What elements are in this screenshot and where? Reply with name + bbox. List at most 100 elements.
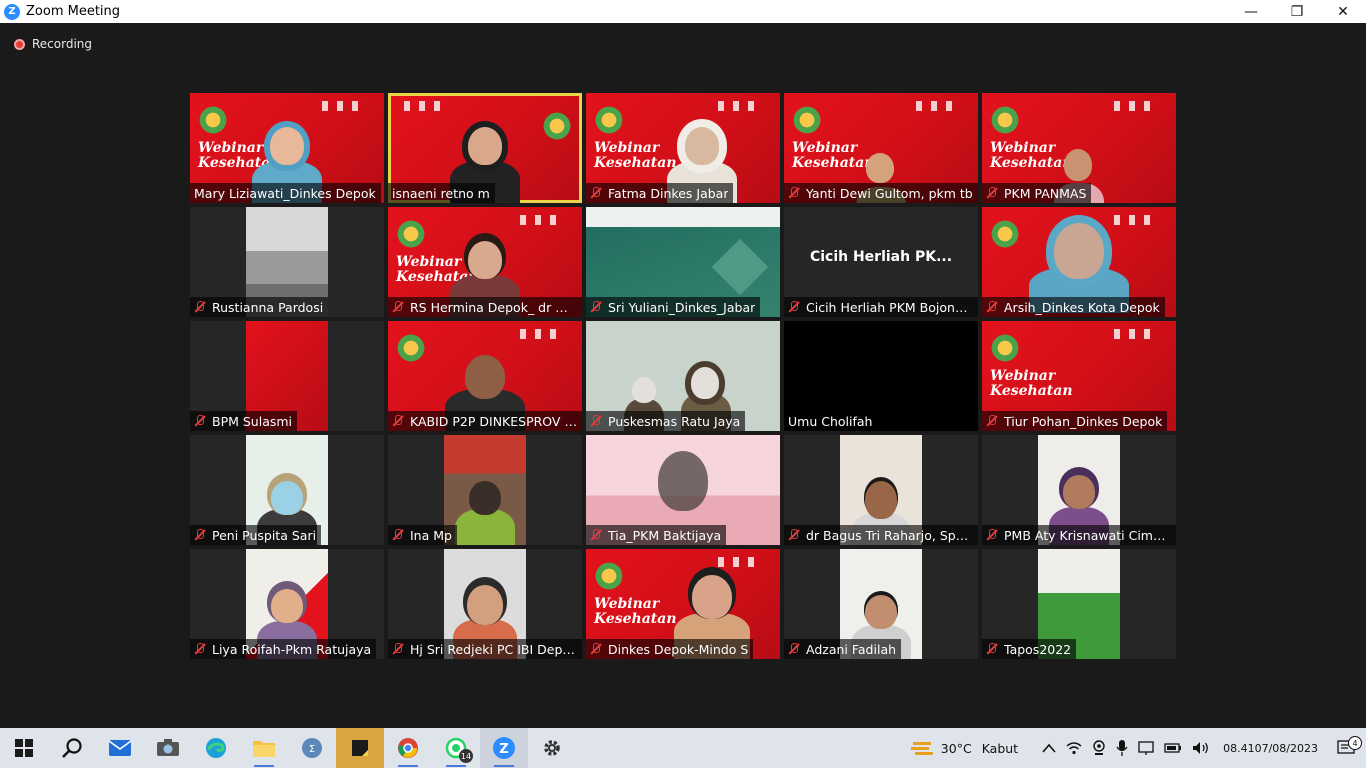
battery-icon[interactable] [1159, 742, 1187, 754]
mic-muted-icon [986, 187, 998, 199]
mic-muted-icon [788, 643, 800, 655]
participant-tile[interactable]: KABID P2P DINKESPROV JA... [388, 321, 582, 431]
participant-name: Rustianna Pardosi [212, 299, 324, 315]
participant-tile[interactable]: BPM Sulasmi [190, 321, 384, 431]
wifi-icon[interactable] [1061, 741, 1087, 755]
participant-name: Ina Mp [410, 527, 452, 543]
participant-tile[interactable]: PMB Aty Krisnawati Ciman... [982, 435, 1176, 545]
edge-browser-icon[interactable] [192, 728, 240, 768]
participant-namebar: RS Hermina Depok_ dr Her... [388, 297, 582, 317]
participant-tile[interactable]: Webinar Kesehatan RS Hermina Depok_ dr He… [388, 207, 582, 317]
participant-video [455, 475, 515, 545]
participant-tile[interactable]: Webinar Kesehatan Yanti Dewi Gultom, pkm … [784, 93, 978, 203]
participant-tile[interactable]: Cicih Herliah PK... Cicih Herliah PKM Bo… [784, 207, 978, 317]
mic-muted-icon [590, 301, 602, 313]
participant-tile[interactable]: Rustianna Pardosi [190, 207, 384, 317]
participant-tile[interactable]: Tapos2022 [982, 549, 1176, 659]
participant-tile[interactable]: Webinar Kesehatan Dinkes Depok-Mindo S [586, 549, 780, 659]
participant-namebar: Fatma Dinkes Jabar [586, 183, 734, 203]
network-icon[interactable] [1133, 741, 1159, 755]
settings-gear-icon[interactable] [528, 728, 576, 768]
sponsor-logos [398, 101, 458, 111]
sponsor-logos [910, 101, 970, 111]
participant-tile[interactable]: Liya Roifah-Pkm Ratujaya [190, 549, 384, 659]
participant-namebar: Puskesmas Ratu Jaya [586, 411, 746, 431]
mic-muted-icon [788, 529, 800, 541]
flower-logo-icon [592, 559, 626, 593]
participant-tile[interactable]: dr Bagus Tri Raharjo, SpO... [784, 435, 978, 545]
participant-tile[interactable]: Umu Cholifah [784, 321, 978, 431]
participant-tile[interactable]: Tia_PKM Baktijaya [586, 435, 780, 545]
mic-muted-icon [194, 529, 206, 541]
sticky-notes-icon[interactable] [336, 728, 384, 768]
window-title: Zoom Meeting [26, 4, 121, 19]
windows-start-icon[interactable] [0, 728, 48, 768]
sponsor-logos [712, 101, 772, 111]
participant-tile[interactable]: Peni Puspita Sari [190, 435, 384, 545]
chevron-up-icon[interactable] [1037, 743, 1061, 753]
participant-tile[interactable]: Webinar Kesehatan Mary Liziawati_Dinkes D… [190, 93, 384, 203]
participant-tile[interactable]: Adzani Fadilah [784, 549, 978, 659]
participant-name: KABID P2P DINKESPROV JA... [410, 413, 577, 429]
svg-text:Z: Z [499, 742, 508, 757]
window-controls: — ❐ ✕ [1228, 0, 1366, 23]
mic-muted-icon [392, 415, 404, 427]
microphone-icon[interactable] [1111, 740, 1133, 756]
minimize-button[interactable]: — [1228, 0, 1274, 23]
weather-fog-icon [910, 742, 933, 755]
meeting-view: Recording Webinar Kesehatan Mary Liziawat… [0, 23, 1366, 728]
mic-muted-icon [392, 643, 404, 655]
participant-tile-active-speaker[interactable]: isnaeni retno m [388, 93, 582, 203]
mic-muted-icon [392, 301, 404, 313]
recording-indicator[interactable]: Recording [14, 37, 92, 51]
participant-name: Peni Puspita Sari [212, 527, 317, 543]
participant-tile[interactable]: Webinar Kesehatan PKM PANMAS [982, 93, 1176, 203]
app-icon[interactable]: Σ [288, 728, 336, 768]
mic-muted-icon [590, 415, 602, 427]
zoom-taskbar-icon[interactable]: Z [480, 728, 528, 768]
mic-muted-icon [788, 187, 800, 199]
weather-widget[interactable]: 30°C Kabut [906, 739, 1023, 757]
participant-tile[interactable]: Arsih_Dinkes Kota Depok [982, 207, 1176, 317]
participant-tile[interactable]: Ina Mp [388, 435, 582, 545]
whatsapp-unread-badge: 14 [459, 749, 473, 763]
participant-name: Tapos2022 [1004, 641, 1072, 657]
whatsapp-icon[interactable]: 14 [432, 728, 480, 768]
sponsor-logos [712, 557, 772, 567]
flower-logo-icon [592, 103, 626, 137]
close-button[interactable]: ✕ [1320, 0, 1366, 23]
participant-namebar: Sri Yuliani_Dinkes_Jabar [586, 297, 761, 317]
participant-name: Arsih_Dinkes Kota Depok [1004, 299, 1160, 315]
file-explorer-icon[interactable] [240, 728, 288, 768]
chrome-icon[interactable] [384, 728, 432, 768]
participant-tile[interactable]: Webinar Kesehatan Tiur Pohan_Dinkes Depok [982, 321, 1176, 431]
weather-temperature: 30°C [940, 740, 972, 756]
webcam-icon[interactable] [1087, 740, 1111, 756]
participant-tile[interactable]: Puskesmas Ratu Jaya [586, 321, 780, 431]
presentation-header [586, 207, 780, 227]
participant-tile[interactable]: Sri Yuliani_Dinkes_Jabar [586, 207, 780, 317]
participant-namebar: Umu Cholifah [784, 411, 878, 431]
search-icon[interactable] [48, 728, 96, 768]
participant-namebar: dr Bagus Tri Raharjo, SpO... [784, 525, 978, 545]
participant-center-name: Cicih Herliah PK... [809, 249, 953, 265]
mic-muted-icon [788, 301, 800, 313]
participant-tile[interactable]: Hj Sri Redjeki PC IBI Depok [388, 549, 582, 659]
participant-tile[interactable]: Webinar Kesehatan Fatma Dinkes Jabar [586, 93, 780, 203]
system-clock[interactable]: 08.41 07/08/2023 [1215, 741, 1326, 756]
sponsor-logos [514, 215, 574, 225]
flower-logo-icon [790, 103, 824, 137]
mail-icon[interactable] [96, 728, 144, 768]
notification-center-icon[interactable]: 4 [1326, 736, 1366, 756]
camera-icon[interactable] [144, 728, 192, 768]
window-title-bar: Z Zoom Meeting — ❐ ✕ [0, 0, 1366, 23]
flower-logo-icon [988, 331, 1022, 365]
participant-namebar: Hj Sri Redjeki PC IBI Depok [388, 639, 582, 659]
restore-button[interactable]: ❐ [1274, 0, 1320, 23]
flower-logo-icon [196, 103, 230, 137]
participant-namebar: Yanti Dewi Gultom, pkm tb [784, 183, 978, 203]
participant-namebar: Peni Puspita Sari [190, 525, 322, 545]
participant-name: isnaeni retno m [392, 185, 490, 201]
flower-logo-icon [540, 109, 574, 143]
speaker-icon[interactable] [1187, 741, 1215, 755]
